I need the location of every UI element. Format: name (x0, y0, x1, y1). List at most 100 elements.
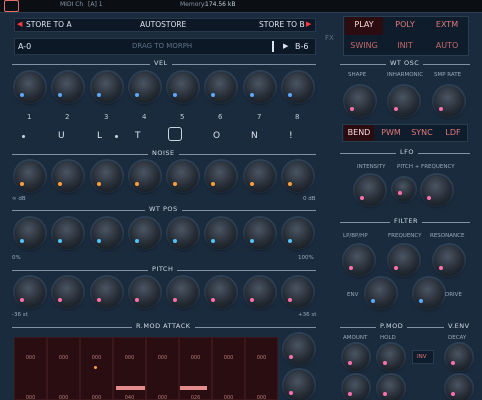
filter-drive-knob[interactable] (414, 278, 444, 308)
step-letter-1[interactable]: U (58, 131, 65, 141)
rmod-value-1: 000 (25, 355, 36, 361)
vel-knob-6[interactable] (206, 72, 236, 102)
knob-indicator (97, 239, 101, 243)
pitch-knob-5[interactable] (168, 277, 198, 307)
knob-indicator (97, 93, 101, 97)
autostore-toggle[interactable]: AUTOSTORE (140, 20, 186, 29)
midi-channel[interactable]: [A] 1 (88, 1, 103, 8)
center-logo-icon (168, 127, 182, 141)
pitch-knob-4[interactable] (130, 277, 160, 307)
noise-knob-5[interactable] (168, 161, 198, 191)
noise-knob-3[interactable] (92, 161, 122, 191)
mode-play[interactable]: PLAY (345, 17, 383, 35)
pmod-amount-knob[interactable] (343, 344, 369, 370)
wtpos-knob-5[interactable] (168, 218, 198, 248)
knob-indicator (439, 266, 443, 270)
rmod-cell-8[interactable] (245, 337, 278, 400)
lfo-intensity-knob[interactable] (355, 175, 385, 205)
store-to-a-button[interactable]: STORE TO A (26, 20, 72, 29)
noise-knob-8[interactable] (283, 161, 313, 191)
pitch-knob-7[interactable] (245, 277, 275, 307)
pitch-knob-3[interactable] (92, 277, 122, 307)
rmod-header: R.MOD ATTACK (132, 322, 195, 330)
filter-frequency-knob[interactable] (389, 245, 419, 275)
mode-extm[interactable]: EXTM (428, 17, 466, 35)
osc-tab-ldf[interactable]: LDF (438, 125, 468, 141)
osc-inharmonic-knob[interactable] (389, 86, 419, 116)
vel-knob-3[interactable] (92, 72, 122, 102)
noise-knob-2[interactable] (53, 161, 83, 191)
rmod-cell-7[interactable] (212, 337, 245, 400)
mode-poly[interactable]: POLY (386, 17, 424, 35)
rmod-cell-2[interactable] (47, 337, 80, 400)
step-number-4: 4 (142, 113, 147, 121)
knob-indicator (211, 239, 215, 243)
arrow-left-icon: ◀ (17, 20, 23, 28)
filter-frequency-label: FREQUENCY (388, 233, 422, 239)
step-letter-5[interactable]: O (213, 131, 220, 141)
noise-knob-1[interactable] (15, 161, 45, 191)
mode-auto[interactable]: AUTO (428, 38, 466, 54)
filter-resonance-knob[interactable] (434, 245, 464, 275)
rmod-cell-4[interactable] (113, 337, 146, 400)
vel-knob-1[interactable] (15, 72, 45, 102)
morph-handle[interactable] (272, 41, 274, 52)
wtpos-knob-8[interactable] (283, 218, 313, 248)
rmod-knob-2[interactable] (284, 370, 314, 400)
rmod-cell-6[interactable] (179, 337, 212, 400)
rmod-knob-1[interactable] (284, 334, 314, 364)
morph-play-icon[interactable]: ▶ (283, 42, 288, 50)
vel-knob-4[interactable] (130, 72, 160, 102)
wtpos-knob-6[interactable] (206, 218, 236, 248)
vel-knob-7[interactable] (245, 72, 275, 102)
pmod-hold-label: HOLD (380, 335, 396, 341)
wtosc-header: WT OSC (386, 59, 424, 67)
osc-shape-knob[interactable] (345, 86, 375, 116)
step-letter-7[interactable]: ! (289, 131, 293, 141)
filter-env-knob[interactable] (366, 278, 396, 308)
rmod-value2-7: 000 (223, 395, 234, 400)
pmod-knob-4[interactable] (378, 375, 404, 400)
rmod-cell-1[interactable] (14, 337, 47, 400)
lfo-pitch-knob[interactable] (393, 178, 415, 200)
pitch-knob-6[interactable] (206, 277, 236, 307)
step-letter-6[interactable]: N (251, 131, 258, 141)
lfo-frequency-knob[interactable] (422, 175, 452, 205)
osc-tab-pwm[interactable]: PWM (376, 125, 406, 141)
mode-init[interactable]: INIT (386, 38, 424, 54)
knob-indicator (135, 298, 139, 302)
fx-button[interactable]: FX (325, 34, 334, 42)
wtpos-knob-4[interactable] (130, 218, 160, 248)
rmod-value-8: 000 (256, 355, 267, 361)
osc-tab-bend[interactable]: BEND (344, 125, 374, 141)
wtpos-knob-1[interactable] (15, 218, 45, 248)
wtpos-knob-7[interactable] (245, 218, 275, 248)
noise-knob-7[interactable] (245, 161, 275, 191)
venv-knob-2[interactable] (446, 375, 472, 400)
wtpos-knob-3[interactable] (92, 218, 122, 248)
venv-decay-knob[interactable] (446, 344, 472, 370)
pmod-hold-knob[interactable] (378, 344, 404, 370)
mode-swing[interactable]: SWING (345, 38, 383, 54)
filter-mode-knob[interactable] (344, 245, 374, 275)
osc-tab-sync[interactable]: SYNC (407, 125, 437, 141)
pitch-knob-8[interactable] (283, 277, 313, 307)
step-letter-2[interactable]: L (97, 131, 102, 141)
vel-knob-8[interactable] (283, 72, 313, 102)
osc-smprate-knob[interactable] (434, 86, 464, 116)
wtpos-knob-2[interactable] (53, 218, 83, 248)
noise-knob-4[interactable] (130, 161, 160, 191)
rmod-value-7: 000 (223, 355, 234, 361)
vel-knob-2[interactable] (53, 72, 83, 102)
store-to-b-button[interactable]: STORE TO B (259, 20, 305, 29)
vel-knob-5[interactable] (168, 72, 198, 102)
noise-knob-6[interactable] (206, 161, 236, 191)
pmod-knob-3[interactable] (343, 375, 369, 400)
knob-indicator (349, 266, 353, 270)
rmod-cell-5[interactable] (146, 337, 179, 400)
pitch-knob-2[interactable] (53, 277, 83, 307)
rmod-value-3: 000 (91, 355, 102, 361)
step-letter-3[interactable]: T (135, 131, 141, 141)
knob-indicator (58, 239, 62, 243)
pitch-knob-1[interactable] (15, 277, 45, 307)
